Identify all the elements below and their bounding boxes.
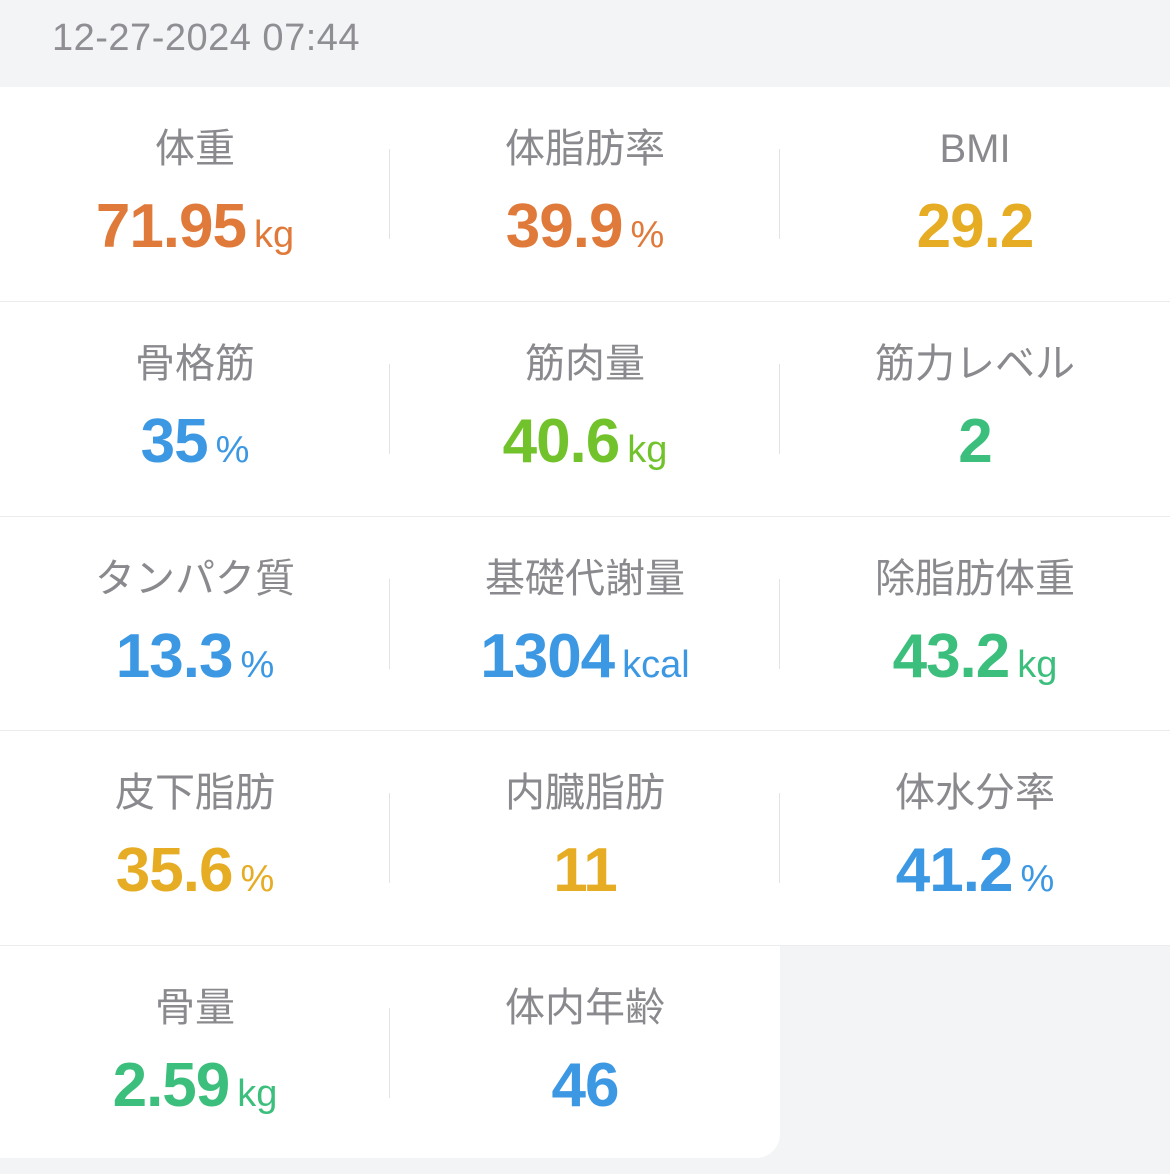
metric-label: 体脂肪率 [505,127,665,171]
metric-label: 骨格筋 [135,342,255,386]
metric-value: 11 [553,836,618,905]
metric-bmi[interactable]: BMI 29.2 [780,87,1170,301]
metrics-row-3: タンパク質 13.3% 基礎代謝量 1304 kcal 除脂肪体重 43.2 kg [0,517,1170,731]
metric-body-fat-percentage[interactable]: 体脂肪率 39.9% [390,87,780,301]
metric-lean-body-mass[interactable]: 除脂肪体重 43.2 kg [780,517,1170,731]
metric-value-line: 35.6% [0,833,390,925]
metric-value: 40.6 [502,407,621,476]
metric-label: 筋肉量 [525,342,645,386]
metric-value: 29.2 [916,192,1035,261]
metric-subcutaneous-fat[interactable]: 皮下脂肪 35.6% [0,731,390,945]
metric-label: 筋力レベル [875,342,1075,386]
metric-label: 体重 [155,127,235,171]
metric-label: 体内年齢 [505,986,665,1030]
metric-unit: kg [254,214,295,256]
metrics-row-1: 体重 71.95 kg 体脂肪率 39.9% BMI 29.2 [0,87,1170,301]
metric-value-line: 71.95 kg [0,189,390,281]
metric-value: 39.9 [505,192,624,261]
metric-unit: kg [1017,644,1058,686]
metric-unit: % [630,214,665,256]
metric-value-line: 1304 kcal [390,619,780,711]
header: 12-27-2024 07:44 [0,0,1170,87]
metric-value: 71.95 [95,192,247,261]
metric-body-water[interactable]: 体水分率 41.2% [780,731,1170,945]
metric-label: タンパク質 [95,557,295,601]
metric-visceral-fat[interactable]: 内臓脂肪 11 [390,731,780,945]
measurement-timestamp: 12-27-2024 07:44 [52,17,361,59]
metric-label: 除脂肪体重 [875,557,1075,601]
metric-protein[interactable]: タンパク質 13.3% [0,517,390,731]
metric-unit: kg [627,429,668,471]
metric-label: BMI [939,127,1011,171]
metric-value-line: 29.2 [780,189,1170,281]
metric-value-line: 46 [390,1048,780,1140]
metric-value-line: 13.3% [0,619,390,711]
metric-value: 2.59 [112,1051,231,1120]
metric-muscle-mass[interactable]: 筋肉量 40.6 kg [390,302,780,516]
metric-value: 43.2 [892,622,1011,691]
metric-unit: kcal [622,644,690,686]
metric-value: 41.2 [895,836,1014,905]
metric-weight[interactable]: 体重 71.95 kg [0,87,390,301]
metric-value-line: 11 [390,833,780,925]
metrics-row-5: 骨量 2.59 kg 体内年齢 46 [0,946,780,1158]
metric-label: 皮下脂肪 [115,771,275,815]
metric-value: 35 [140,407,209,476]
metric-label: 内臓脂肪 [505,771,665,815]
metric-value-line: 35% [0,404,390,496]
metric-value: 13.3 [115,622,234,691]
metric-value-line: 2.59 kg [0,1048,390,1140]
metric-bone-mass[interactable]: 骨量 2.59 kg [0,946,390,1158]
metric-value: 46 [551,1051,620,1120]
metric-unit: % [1020,858,1055,900]
metric-unit: % [240,644,275,686]
metrics-row-2: 骨格筋 35% 筋肉量 40.6 kg 筋力レベル 2 [0,302,1170,516]
metric-value-line: 40.6 kg [390,404,780,496]
metric-value-line: 43.2 kg [780,619,1170,711]
metric-unit: % [215,429,250,471]
metric-unit: % [240,858,275,900]
metric-value: 35.6 [115,836,234,905]
metric-label: 体水分率 [895,771,1055,815]
metric-body-age[interactable]: 体内年齢 46 [390,946,780,1158]
metric-value: 2 [958,407,992,476]
metric-value-line: 2 [780,404,1170,496]
metric-strength-level[interactable]: 筋力レベル 2 [780,302,1170,516]
metric-unit: kg [237,1073,278,1115]
metric-label: 骨量 [155,986,235,1030]
metric-value: 1304 [480,622,615,691]
metrics-row-4: 皮下脂肪 35.6% 内臓脂肪 11 体水分率 41.2% [0,731,1170,945]
metric-value-line: 39.9% [390,189,780,281]
metric-value-line: 41.2% [780,833,1170,925]
metric-skeletal-muscle[interactable]: 骨格筋 35% [0,302,390,516]
metric-label: 基礎代謝量 [485,557,685,601]
metric-basal-metabolism[interactable]: 基礎代謝量 1304 kcal [390,517,780,731]
